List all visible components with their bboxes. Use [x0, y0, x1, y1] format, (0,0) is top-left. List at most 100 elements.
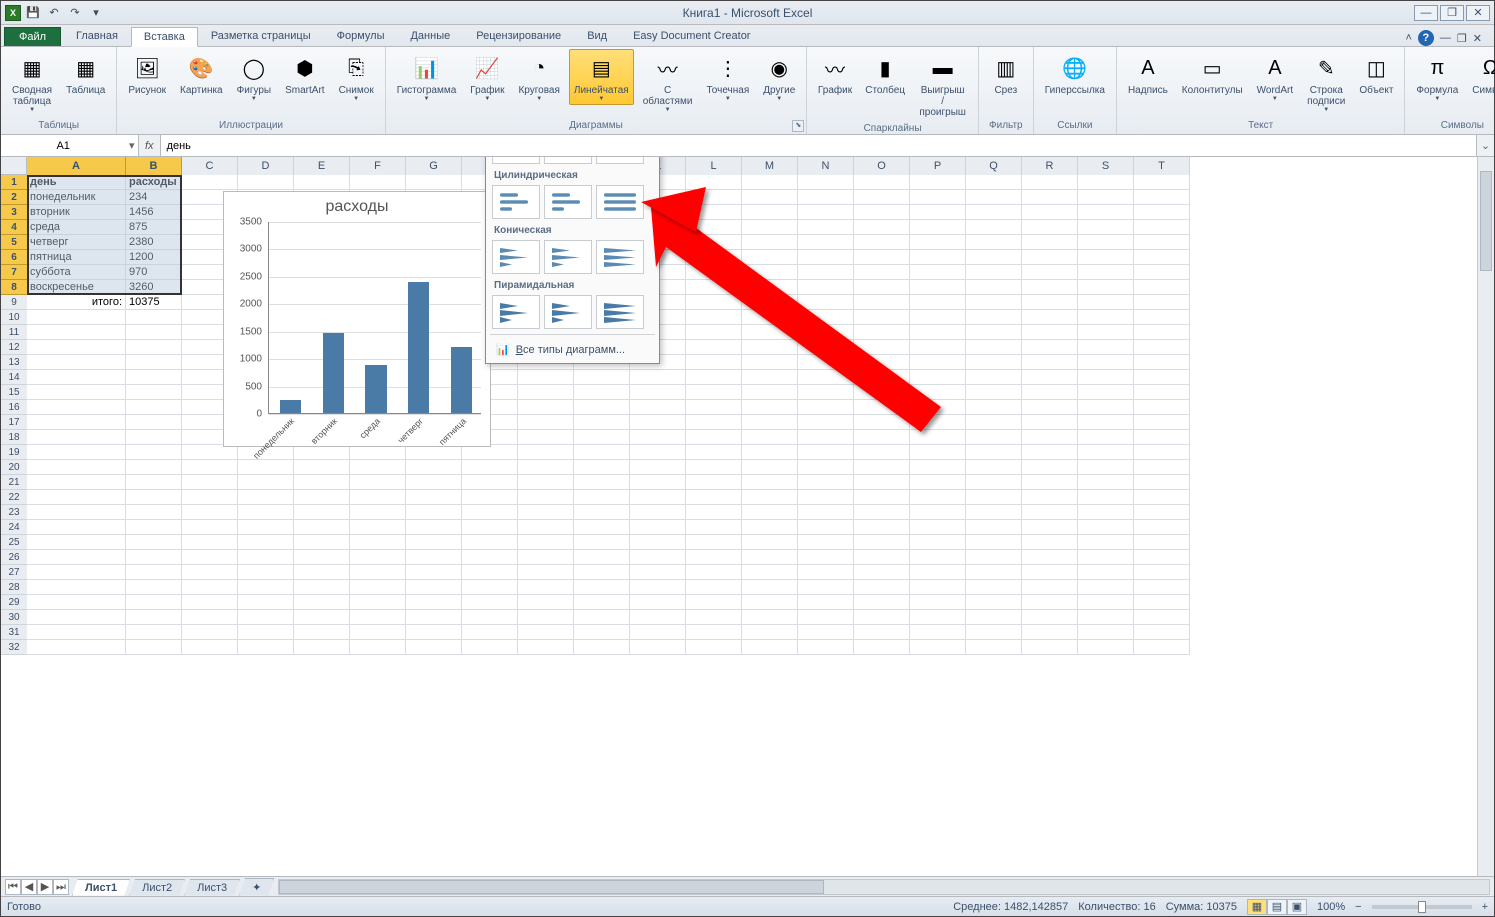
cell-L10[interactable] [686, 310, 742, 325]
cell-B10[interactable] [126, 310, 182, 325]
cell-E1[interactable] [294, 175, 350, 190]
cell-R27[interactable] [1022, 565, 1078, 580]
cell-H30[interactable] [462, 610, 518, 625]
cell-T13[interactable] [1134, 355, 1190, 370]
cell-R21[interactable] [1022, 475, 1078, 490]
cell-I25[interactable] [518, 535, 574, 550]
cell-B28[interactable] [126, 580, 182, 595]
cell-Q21[interactable] [966, 475, 1022, 490]
cell-E29[interactable] [294, 595, 350, 610]
cell-B27[interactable] [126, 565, 182, 580]
row-header-20[interactable]: 20 [1, 460, 27, 475]
cell-R12[interactable] [1022, 340, 1078, 355]
cell-N23[interactable] [798, 505, 854, 520]
cell-J29[interactable] [574, 595, 630, 610]
cell-B18[interactable] [126, 430, 182, 445]
cell-J14[interactable] [574, 370, 630, 385]
cell-T7[interactable] [1134, 265, 1190, 280]
cell-S29[interactable] [1078, 595, 1134, 610]
cell-M26[interactable] [742, 550, 798, 565]
cell-L18[interactable] [686, 430, 742, 445]
cell-E27[interactable] [294, 565, 350, 580]
cell-O24[interactable] [854, 520, 910, 535]
cell-L7[interactable] [686, 265, 742, 280]
cell-D1[interactable] [238, 175, 294, 190]
cell-O1[interactable] [854, 175, 910, 190]
cell-M20[interactable] [742, 460, 798, 475]
cell-T29[interactable] [1134, 595, 1190, 610]
cell-C26[interactable] [182, 550, 238, 565]
cell-B13[interactable] [126, 355, 182, 370]
cell-H27[interactable] [462, 565, 518, 580]
scatter-chart-button[interactable]: ⋮Точечная▼ [701, 49, 754, 105]
cell-M11[interactable] [742, 325, 798, 340]
cell-I29[interactable] [518, 595, 574, 610]
cell-P27[interactable] [910, 565, 966, 580]
cell-L3[interactable] [686, 205, 742, 220]
cell-R18[interactable] [1022, 430, 1078, 445]
cell-J17[interactable] [574, 415, 630, 430]
cell-P15[interactable] [910, 385, 966, 400]
cell-T24[interactable] [1134, 520, 1190, 535]
cell-J16[interactable] [574, 400, 630, 415]
cell-B7[interactable]: 970 [126, 265, 182, 280]
cell-D20[interactable] [238, 460, 294, 475]
cell-F28[interactable] [350, 580, 406, 595]
cell-R32[interactable] [1022, 640, 1078, 655]
cell-M25[interactable] [742, 535, 798, 550]
column-header-B[interactable]: B [126, 157, 182, 175]
column-header-M[interactable]: M [742, 157, 798, 175]
cell-B1[interactable]: расходы [126, 175, 182, 190]
bar3d-clustered-option[interactable] [492, 157, 540, 164]
cell-H32[interactable] [462, 640, 518, 655]
cell-L19[interactable] [686, 445, 742, 460]
cell-A11[interactable] [27, 325, 126, 340]
cell-R29[interactable] [1022, 595, 1078, 610]
cell-S26[interactable] [1078, 550, 1134, 565]
cell-O21[interactable] [854, 475, 910, 490]
cell-S11[interactable] [1078, 325, 1134, 340]
cell-Q30[interactable] [966, 610, 1022, 625]
cell-Q28[interactable] [966, 580, 1022, 595]
cell-F29[interactable] [350, 595, 406, 610]
cell-P8[interactable] [910, 280, 966, 295]
cell-K26[interactable] [630, 550, 686, 565]
cell-N6[interactable] [798, 250, 854, 265]
cell-B4[interactable]: 875 [126, 220, 182, 235]
textbox-button[interactable]: AНадпись [1123, 49, 1173, 99]
smartart-button[interactable]: ⬢SmartArt [280, 49, 329, 99]
cell-Q11[interactable] [966, 325, 1022, 340]
cell-Q8[interactable] [966, 280, 1022, 295]
cell-L9[interactable] [686, 295, 742, 310]
cell-B9[interactable]: 10375 [126, 295, 182, 310]
cell-H25[interactable] [462, 535, 518, 550]
row-header-30[interactable]: 30 [1, 610, 27, 625]
cell-M17[interactable] [742, 415, 798, 430]
cell-R22[interactable] [1022, 490, 1078, 505]
cell-A2[interactable]: понедельник [27, 190, 126, 205]
cell-R3[interactable] [1022, 205, 1078, 220]
cell-S23[interactable] [1078, 505, 1134, 520]
column-header-Q[interactable]: Q [966, 157, 1022, 175]
cell-D32[interactable] [238, 640, 294, 655]
cell-G31[interactable] [406, 625, 462, 640]
cell-C29[interactable] [182, 595, 238, 610]
cell-A15[interactable] [27, 385, 126, 400]
cell-L29[interactable] [686, 595, 742, 610]
line-chart-button[interactable]: 📈График▼ [465, 49, 509, 105]
cell-N25[interactable] [798, 535, 854, 550]
cell-E23[interactable] [294, 505, 350, 520]
cell-Q17[interactable] [966, 415, 1022, 430]
cell-A4[interactable]: среда [27, 220, 126, 235]
cell-M2[interactable] [742, 190, 798, 205]
cell-S7[interactable] [1078, 265, 1134, 280]
cell-P25[interactable] [910, 535, 966, 550]
object-button[interactable]: ◫Объект [1354, 49, 1398, 99]
restore-button[interactable]: ❐ [1440, 5, 1464, 21]
column-header-N[interactable]: N [798, 157, 854, 175]
cell-J28[interactable] [574, 580, 630, 595]
sparkline-winloss-button[interactable]: ▬Выигрыш /проигрыш [914, 49, 972, 121]
cell-Q13[interactable] [966, 355, 1022, 370]
cell-R25[interactable] [1022, 535, 1078, 550]
equation-button[interactable]: πФормула▼ [1411, 49, 1463, 105]
